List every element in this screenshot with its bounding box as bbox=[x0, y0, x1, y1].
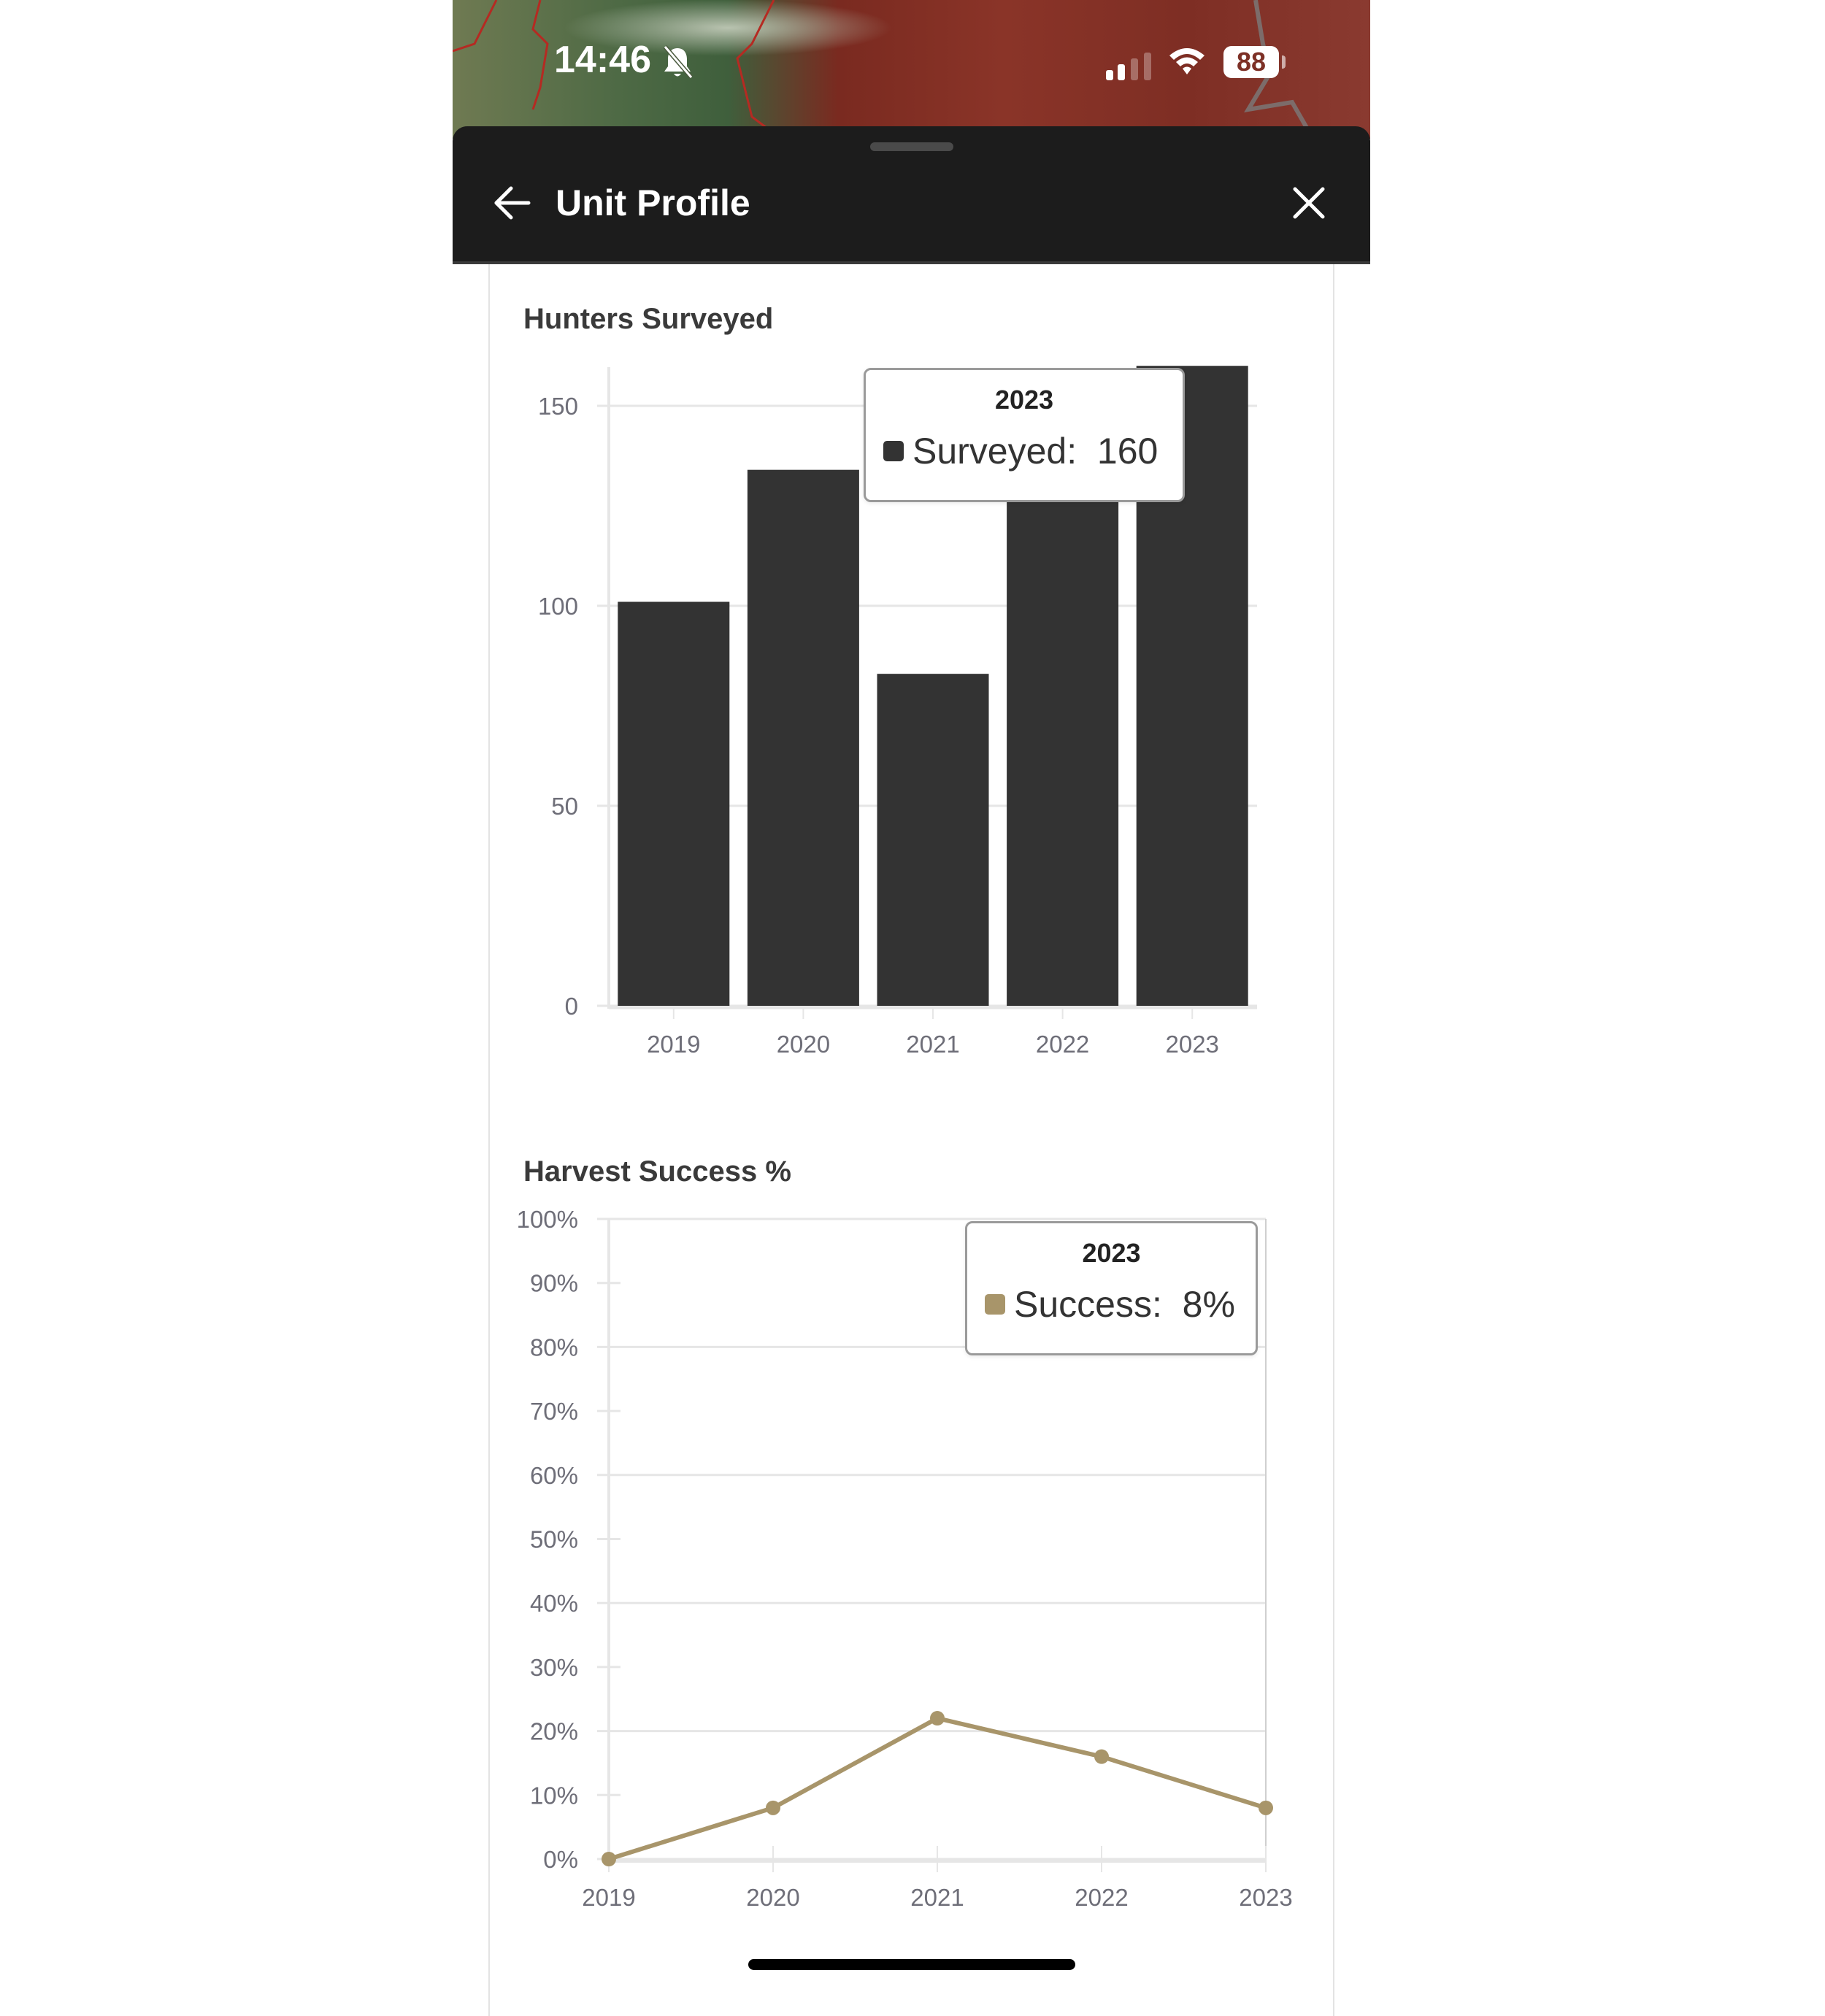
data-point-2021 bbox=[930, 1711, 945, 1726]
x-tick-label: 2023 bbox=[1165, 1031, 1218, 1058]
y-tick-label: 100 bbox=[538, 593, 578, 620]
x-tick-label: 2020 bbox=[746, 1884, 799, 1911]
x-tick-label: 2023 bbox=[1239, 1884, 1292, 1911]
data-point-2019 bbox=[602, 1852, 616, 1866]
y-tick-label: 20% bbox=[530, 1718, 578, 1745]
tooltip-title: 2023 bbox=[994, 385, 1054, 415]
tooltip-label: Success: bbox=[1014, 1284, 1162, 1325]
tooltip-row: Surveyed: 160 bbox=[883, 430, 1158, 472]
tooltip-row: Success: 8% bbox=[985, 1283, 1235, 1326]
y-tick-label: 150 bbox=[538, 393, 578, 420]
y-tick-label: 0 bbox=[565, 993, 578, 1020]
y-tick-label: 10% bbox=[530, 1782, 578, 1809]
x-tick-label: 2022 bbox=[1036, 1031, 1089, 1058]
x-tick-label: 2019 bbox=[647, 1031, 700, 1058]
x-tick-label: 2022 bbox=[1075, 1884, 1128, 1911]
series-swatch-icon bbox=[883, 441, 904, 461]
y-tick-label: 80% bbox=[530, 1334, 578, 1361]
bar-chart-tooltip: 2023 Surveyed: 160 bbox=[864, 368, 1185, 502]
tooltip-value: 8% bbox=[1182, 1284, 1235, 1325]
x-tick-label: 2021 bbox=[906, 1031, 959, 1058]
tooltip-spacer bbox=[1077, 430, 1097, 472]
tooltip-value: 160 bbox=[1096, 431, 1159, 472]
tooltip-label: Surveyed: bbox=[912, 431, 1077, 472]
x-tick-label: 2019 bbox=[582, 1884, 635, 1911]
data-point-2023 bbox=[1259, 1800, 1273, 1815]
x-tick-label: 2021 bbox=[910, 1884, 964, 1911]
bar-2019 bbox=[618, 601, 730, 1006]
y-tick-label: 70% bbox=[530, 1398, 578, 1425]
bar-2022 bbox=[1007, 466, 1119, 1006]
bar-2020 bbox=[747, 469, 859, 1006]
series-swatch-icon bbox=[985, 1294, 1005, 1315]
bar-2021 bbox=[877, 674, 989, 1006]
tooltip-spacer bbox=[1162, 1283, 1183, 1326]
success-line bbox=[608, 1716, 1267, 1861]
charts-canvas: 0 50 100 150 2019 2020 2021 2022 2023 0% 10% 20% 30… bbox=[517, 366, 1293, 1911]
y-tick-label: 50 bbox=[551, 793, 578, 820]
y-tick-label: 60% bbox=[530, 1462, 578, 1489]
x-tick-label: 2020 bbox=[777, 1031, 830, 1058]
data-point-2022 bbox=[1094, 1749, 1109, 1764]
line-chart-tooltip: 2023 Success: 8% bbox=[965, 1221, 1258, 1355]
y-tick-label: 0% bbox=[543, 1846, 578, 1873]
y-tick-label: 40% bbox=[530, 1590, 578, 1617]
y-tick-label: 50% bbox=[530, 1526, 578, 1553]
tooltip-title: 2023 bbox=[1082, 1238, 1141, 1268]
home-indicator[interactable] bbox=[748, 1959, 1075, 1970]
y-tick-label: 100% bbox=[517, 1206, 578, 1233]
y-tick-label: 90% bbox=[530, 1270, 578, 1297]
y-tick-label: 30% bbox=[530, 1654, 578, 1681]
data-point-2020 bbox=[766, 1800, 780, 1815]
